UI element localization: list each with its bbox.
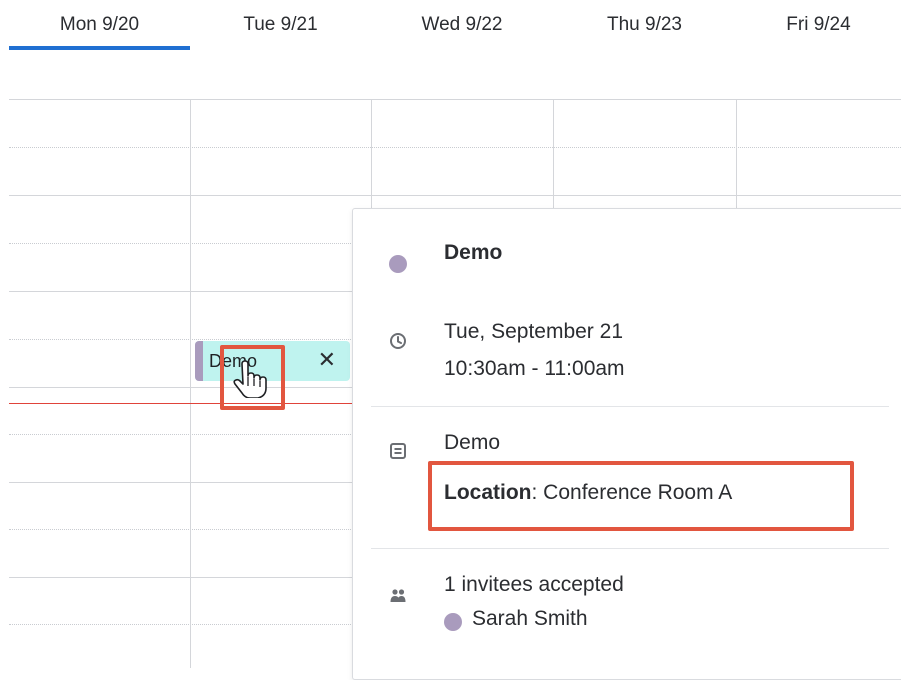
tab-label: Tue 9/21 [243, 14, 318, 35]
hour-line [9, 99, 901, 100]
clock-icon [390, 333, 406, 349]
tab-label: Wed 9/22 [421, 14, 503, 35]
people-icon [390, 589, 406, 602]
current-time-line [9, 403, 354, 404]
tab-thu[interactable]: Thu 9/23 [553, 0, 736, 50]
tab-fri[interactable]: Fri 9/24 [736, 0, 901, 50]
tab-label: Thu 9/23 [607, 14, 682, 35]
event-popover: Demo Tue, September 21 10:30am - 11:00am… [352, 208, 901, 680]
tab-label: Fri 9/24 [786, 14, 851, 35]
event-time: 10:30am - 11:00am [444, 357, 625, 380]
half-hour-line [9, 147, 901, 148]
event-color-bar [195, 341, 203, 381]
day-header: Mon 9/20 Tue 9/21 Wed 9/22 Thu 9/23 Fri … [0, 0, 901, 52]
color-dot-icon [389, 255, 407, 273]
highlight-box [428, 461, 854, 531]
invitees-summary: 1 invitees accepted [444, 573, 624, 596]
tab-mon[interactable]: Mon 9/20 [9, 0, 190, 50]
hand-pointer-icon [233, 360, 267, 398]
event-date: Tue, September 21 [444, 320, 623, 343]
close-icon[interactable]: ✕ [318, 347, 336, 373]
tab-label: Mon 9/20 [59, 14, 140, 35]
event-description: Demo [444, 431, 501, 454]
divider [371, 548, 889, 549]
active-tab-indicator [9, 46, 190, 50]
popover-title: Demo [444, 241, 503, 264]
description-icon [390, 443, 406, 459]
hour-line [9, 195, 901, 196]
tab-tue[interactable]: Tue 9/21 [190, 0, 371, 50]
day-column-divider [190, 99, 191, 668]
invitee-name[interactable]: Sarah Smith [472, 607, 588, 631]
invitee-color-dot [444, 613, 462, 631]
divider [371, 406, 889, 407]
tab-wed[interactable]: Wed 9/22 [371, 0, 553, 50]
